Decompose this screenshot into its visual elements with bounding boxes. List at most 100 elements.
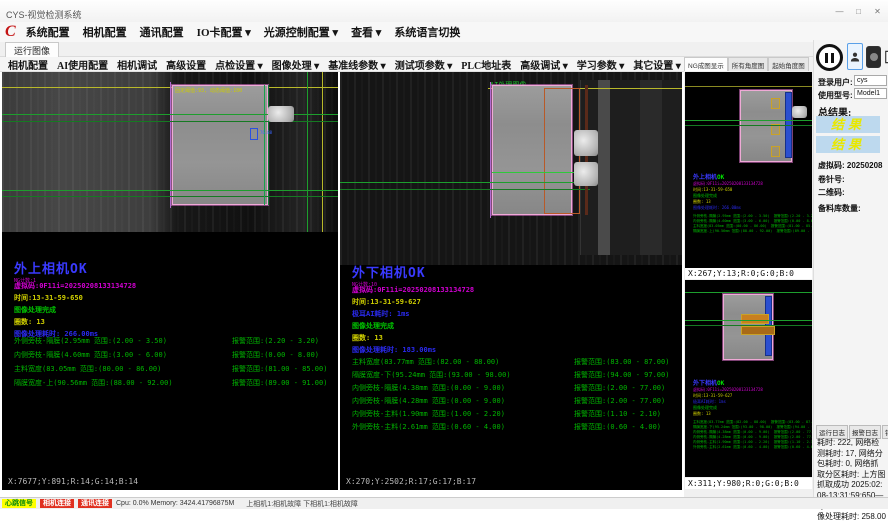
login-user-label: 登录用户: — [818, 77, 853, 88]
roi-purple-line — [490, 82, 491, 218]
result-box-2: 结果 — [816, 136, 880, 153]
measurement-row: 内侧旁枝-隔膜(4.60mm 范围:(3.00 - 6.00)报警范围:(0.0… — [14, 350, 167, 360]
mini-overlay-text: 外上相机OK 虚拟码:0F11i=20250208133134728 时间:13… — [693, 172, 812, 234]
marker-value: 76.88 — [260, 130, 272, 135]
measure-green-line — [685, 120, 812, 121]
edge-cyan-line — [264, 85, 265, 205]
camera-image-upper[interactable]: 固定阈值:93, 动态阈值:100 76.88 — [2, 72, 338, 232]
tool-baseline-params[interactable]: 基准线参数 ▾ — [328, 57, 386, 72]
exit-door-icon — [884, 49, 888, 65]
control-column: 登录用户: cys 使用型号: Model1 总结果: 结果 结果 虚拟码: 2… — [813, 40, 888, 497]
tab-run-image[interactable]: 运行图像 — [5, 42, 59, 57]
workpiece-region — [172, 85, 268, 205]
measure-green-line — [685, 125, 812, 126]
menu-language-switch[interactable]: 系统语言切换 — [394, 24, 460, 40]
edge-green-line — [307, 72, 308, 232]
ai-time-line: 极耳AI耗时: 1ms — [352, 309, 410, 319]
machinery-band — [598, 80, 610, 255]
model-field[interactable]: Model1 — [854, 88, 887, 99]
tool-ai-config[interactable]: AI使用配置 — [57, 57, 108, 72]
measure-green-line — [2, 196, 338, 197]
operator-button[interactable] — [847, 43, 863, 70]
toolbar: 相机配置 AI使用配置 相机调试 高级设置 点检设置 ▾ 图像处理 ▾ 基准线参… — [0, 57, 684, 72]
measurement-row: 隔膜宽度-下(95.24mm 范围:(93.00 - 98.00)报警范围:(9… — [352, 370, 511, 380]
time-line: 时间:13-31-59-650 — [14, 293, 83, 303]
measure-green-line — [492, 172, 580, 173]
preview-coordinates: X:311;Y:980;R:0;G:0;B:0 — [685, 478, 812, 489]
window-title: CYS-视觉检测系统 — [6, 8, 82, 21]
close-button[interactable]: ✕ — [869, 5, 886, 18]
mini-overlay-text: 外下相机OK 虚拟码:0F11i=20250208133134728 时间:13… — [693, 378, 812, 450]
measurement-row: 主料宽度(83.77mm 范围:(82.00 - 88.00)报警范围:(83.… — [352, 357, 499, 367]
measure-green-line — [2, 190, 338, 191]
title-bar: CYS-视觉检测系统 — □ ✕ — [0, 0, 888, 22]
blue-marker — [250, 128, 258, 140]
cursor-coordinates: X:270;Y:2502;R:17;G:17;B:17 — [346, 477, 476, 486]
done-line: 图像处理完成 — [352, 321, 394, 331]
camera-status: OK — [70, 262, 88, 277]
preview-tab-start[interactable]: 起始角度图 — [768, 57, 809, 71]
log-tab-alarm[interactable]: 报警日志 — [849, 425, 881, 439]
preview-lower[interactable]: 外下相机OK 虚拟码:0F11i=20250208133134728 时间:13… — [685, 280, 812, 477]
tool-spot-check[interactable]: 点检设置 ▾ — [215, 57, 263, 72]
login-user-field[interactable]: cys — [854, 75, 887, 86]
log-tab-run[interactable]: 运行日志 — [816, 425, 848, 439]
menu-system-config[interactable]: 系统配置 — [26, 24, 70, 40]
menu-io-config[interactable]: IO卡配置 ▾ — [197, 24, 251, 40]
measurement-row: 外侧旁枝-隔膜(2.95mm 范围:(2.00 - 3.50)报警范围:(2.2… — [14, 336, 167, 346]
preview-coordinates: X:267;Y:13;R:0;G:0;B:0 — [685, 268, 812, 279]
tool-image-processing[interactable]: 图像处理 ▾ — [272, 57, 320, 72]
threshold-label: 固定阈值:93, 动态阈值:100 — [175, 87, 242, 94]
tool-other-settings[interactable]: 其它设置 ▾ — [633, 57, 681, 72]
minimize-button[interactable]: — — [831, 5, 848, 18]
barcode-line: 虚拟码:0F11i=20250208133134728 — [352, 285, 474, 295]
camera-image-lower[interactable]: AI处理图像 — [340, 72, 682, 265]
tab-connector — [574, 130, 598, 156]
tool-camera-debug[interactable]: 相机调试 — [117, 57, 157, 72]
camera-mode-button[interactable] — [866, 46, 881, 68]
rounds-line: 圈数: 13 — [352, 333, 383, 343]
tool-advanced-settings[interactable]: 高级设置 — [166, 57, 206, 72]
measure-green-line — [340, 189, 590, 190]
time-line: 时间:13-31-59-627 — [352, 297, 421, 307]
person-icon — [849, 50, 861, 64]
tool-learning-params[interactable]: 学习参数 ▾ — [577, 57, 625, 72]
camera-fault-text: 上相机1:相机故障 下相机1:相机故障 — [246, 499, 358, 509]
menu-camera-config[interactable]: 相机配置 — [83, 24, 127, 40]
edge-cyan-line — [268, 85, 269, 205]
app-window: CYS-视觉检测系统 — □ ✕ C 系统配置 相机配置 通讯配置 IO卡配置 … — [0, 0, 888, 522]
done-line: 图像处理完成 — [14, 305, 56, 315]
model-label: 使用型号: — [818, 90, 853, 101]
camera-name: 外下相机 — [352, 266, 408, 281]
tab-connector — [792, 106, 807, 118]
preview-upper[interactable]: 外上相机OK 虚拟码:0F11i=20250208133134728 时间:13… — [685, 72, 812, 268]
tool-plc-address[interactable]: PLC地址表 — [461, 57, 511, 72]
camera-panel-upper[interactable]: 固定阈值:93, 动态阈值:100 76.88 外上相机OK NG计数:1 虚拟… — [2, 72, 338, 490]
measurement-row: 外侧旁枝-主料(2.61mm 范围:(0.60 - 4.00)报警范围:(0.6… — [352, 422, 505, 432]
measurement-row: 隔膜宽度-上(90.56mm 范围:(88.00 - 92.00)报警范围:(8… — [14, 378, 173, 388]
measurement-row: 内侧旁枝-隔膜(4.38mm 范围:(0.00 - 9.00)报警范围:(2.0… — [352, 383, 505, 393]
preview-tab-all[interactable]: 所有角度图 — [728, 57, 769, 71]
machinery-band — [640, 80, 662, 255]
menu-comm-config[interactable]: 通讯配置 — [140, 24, 184, 40]
tab-row: 运行图像 — [0, 42, 888, 57]
log-tab-error[interactable]: 错误日志 — [882, 425, 888, 439]
edge-yellow-line — [322, 72, 323, 232]
highlight-box — [741, 314, 769, 324]
tool-advanced-debug[interactable]: 高级调试 ▾ — [520, 57, 568, 72]
measure-green-line — [340, 182, 590, 183]
qrcode-label: 二维码: — [818, 187, 845, 198]
menu-view[interactable]: 查看 ▾ — [351, 24, 381, 40]
pause-button[interactable] — [816, 44, 843, 71]
winder-label: 卷针号: — [818, 174, 845, 185]
tool-camera-config[interactable]: 相机配置 — [8, 57, 48, 72]
preview-column: NG成图显示 所有角度图 起始角度图 外上相机OK 虚拟码:0F11i=2025… — [684, 57, 813, 497]
tool-test-params[interactable]: 测试项参数 ▾ — [395, 57, 453, 72]
exit-button[interactable] — [883, 46, 888, 68]
menu-light-config[interactable]: 光源控制配置 ▾ — [264, 24, 338, 40]
camera-panel-lower[interactable]: AI处理图像 外下相机OK NG计数:10 虚拟码:0F11i=20250208… — [340, 72, 682, 490]
tab-connector — [268, 106, 294, 122]
maximize-button[interactable]: □ — [850, 5, 867, 18]
measurement-row: 内侧旁枝-主料(1.90mm 范围:(1.00 - 2.20)报警范围:(1.1… — [352, 409, 505, 419]
preview-tab-ng[interactable]: NG成图显示 — [684, 57, 728, 71]
